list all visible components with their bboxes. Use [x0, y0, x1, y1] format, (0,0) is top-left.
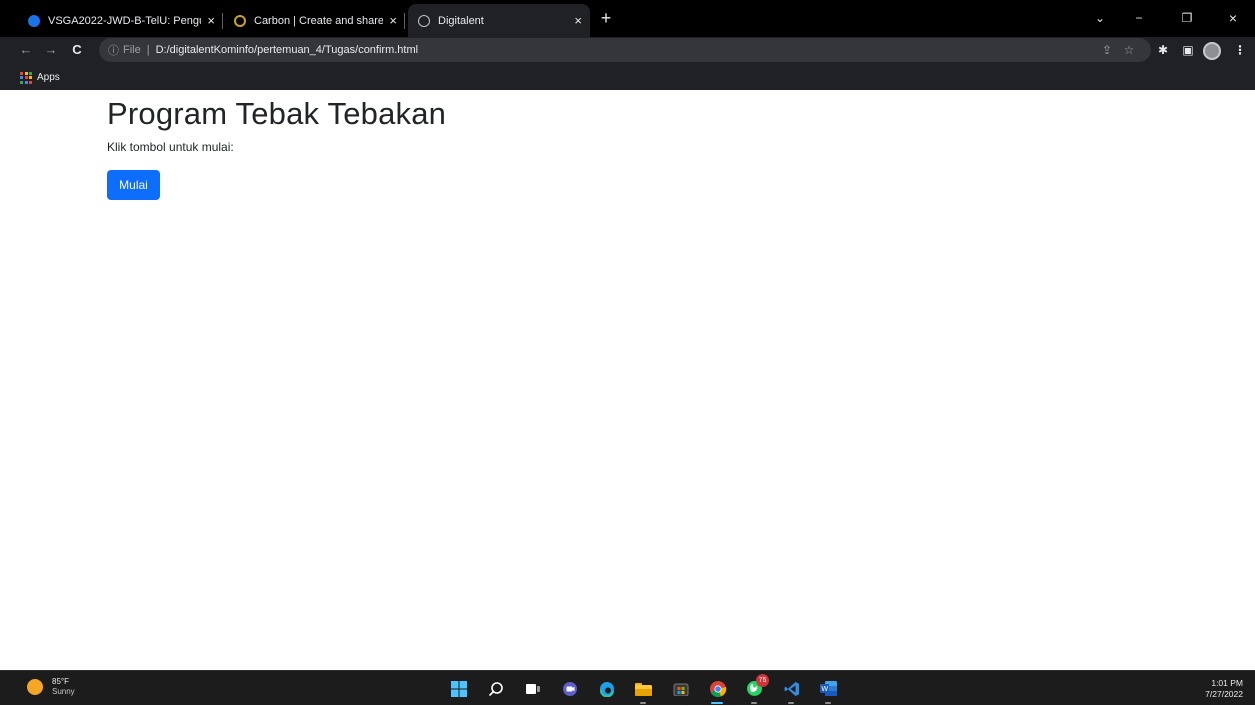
clock-date: 7/27/2022 [1205, 689, 1243, 699]
teams-chat-icon [562, 681, 577, 696]
word-icon: W [820, 681, 837, 696]
start-button[interactable]: Mulai [107, 170, 160, 200]
moodle-icon [28, 14, 40, 27]
store-button[interactable] [662, 671, 699, 706]
edge-icon [599, 681, 614, 697]
close-icon[interactable]: × [207, 13, 215, 28]
menu-icon[interactable]: ⋮ [1229, 39, 1251, 61]
file-explorer-button[interactable] [625, 671, 662, 706]
new-tab-button[interactable]: + [594, 6, 618, 30]
tab-carbon[interactable]: Carbon | Create and share beauti × [224, 4, 405, 37]
extensions-icon[interactable]: ✱ [1152, 39, 1174, 61]
tab-title: Digitalent [438, 14, 484, 27]
browser-toolbar: ← → C ⓘ File | D:/digitalentKominfo/pert… [0, 37, 1255, 65]
task-view-button[interactable] [514, 671, 551, 706]
search-icon [488, 681, 503, 696]
file-explorer-icon [635, 682, 652, 696]
info-icon[interactable]: ⓘ [108, 42, 119, 58]
vscode-button[interactable] [773, 671, 810, 706]
notification-badge: 75 [756, 674, 769, 687]
store-icon [673, 683, 688, 696]
svg-text:W: W [821, 685, 828, 693]
tab-title: VSGA2022-JWD-B-TelU: Pengum [48, 14, 202, 27]
tab-vsga[interactable]: VSGA2022-JWD-B-TelU: Pengum × [18, 4, 223, 37]
taskbar-apps: 75 W [440, 671, 847, 706]
close-icon[interactable]: × [389, 13, 397, 28]
side-panel-icon[interactable]: ▣ [1177, 39, 1199, 61]
teams-chat-button[interactable] [551, 671, 588, 706]
active-indicator [711, 702, 723, 704]
url-separator: | [146, 44, 150, 56]
running-indicator [788, 702, 794, 704]
apps-grid-icon [20, 71, 32, 84]
clock-time: 1:01 PM [1211, 678, 1243, 688]
windows-taskbar: 85°F Sunny 75 W 1:01 PM 7/27/2022 [0, 670, 1255, 705]
tab-digitalent[interactable]: Digitalent × [408, 4, 590, 37]
tab-strip: VSGA2022-JWD-B-TelU: Pengum × Carbon | C… [0, 0, 1255, 37]
running-indicator [751, 702, 757, 704]
carbon-icon [234, 14, 246, 27]
weather-condition: Sunny [52, 687, 75, 696]
close-window-button[interactable]: × [1218, 6, 1248, 30]
bookmark-star-icon[interactable]: ☆ [1118, 39, 1140, 61]
page-title: Program Tebak Tebakan [107, 96, 447, 131]
reload-button[interactable]: C [66, 39, 88, 61]
minimize-button[interactable]: − [1124, 6, 1154, 30]
address-bar[interactable]: ⓘ File | D:/digitalentKominfo/pertemuan_… [99, 38, 1151, 62]
profile-avatar[interactable] [1203, 42, 1221, 60]
system-clock[interactable]: 1:01 PM 7/27/2022 [1205, 678, 1243, 700]
edge-button[interactable] [588, 671, 625, 706]
weather-temp: 85°F [52, 677, 69, 686]
url-scheme: File [123, 44, 141, 56]
tab-title: Carbon | Create and share beauti [254, 14, 384, 27]
close-icon[interactable]: × [574, 13, 582, 28]
sun-icon [27, 679, 43, 695]
windows-start-button[interactable] [440, 671, 477, 706]
bookmarks-bar: Apps [0, 65, 1255, 90]
running-indicator [825, 702, 831, 704]
vscode-icon [784, 681, 799, 696]
back-button[interactable]: ← [15, 39, 37, 61]
chrome-icon [709, 680, 726, 697]
share-icon[interactable]: ⇪ [1096, 39, 1118, 61]
task-view-icon [525, 683, 540, 694]
forward-button[interactable]: → [40, 39, 62, 61]
page-content: Program Tebak Tebakan Klik tombol untuk … [0, 90, 1255, 670]
running-indicator [640, 702, 646, 704]
apps-bookmark[interactable]: Apps [37, 72, 60, 83]
instruction-text: Klik tombol untuk mulai: [107, 140, 234, 154]
restore-button[interactable]: ❐ [1172, 6, 1202, 30]
url-text: D:/digitalentKominfo/pertemuan_4/Tugas/c… [155, 44, 419, 56]
browser-chrome: VSGA2022-JWD-B-TelU: Pengum × Carbon | C… [0, 0, 1255, 90]
tab-search-button[interactable]: ⌄ [1085, 6, 1115, 30]
word-button[interactable]: W [810, 671, 847, 706]
whatsapp-button[interactable]: 75 [736, 671, 773, 706]
weather-widget[interactable]: 85°F Sunny [27, 677, 75, 697]
chrome-button[interactable] [699, 671, 736, 706]
taskbar-search-button[interactable] [477, 671, 514, 706]
windows-start-icon [450, 680, 467, 697]
globe-icon [418, 14, 430, 27]
